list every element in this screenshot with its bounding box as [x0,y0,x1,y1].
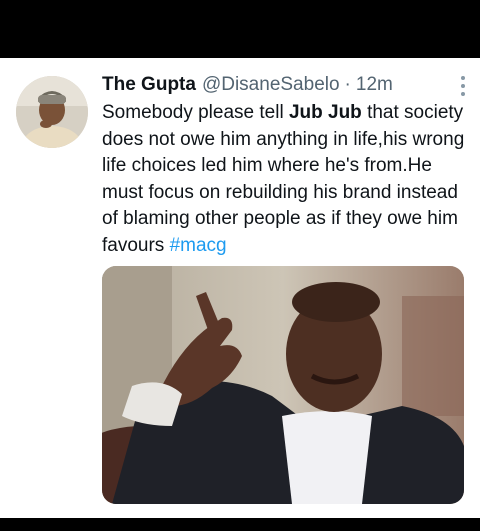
photo-man-gesturing [102,266,464,504]
tweet-media-image[interactable] [102,266,464,504]
bottom-bar-area [0,518,480,531]
tweet-text-bold: Jub Jub [288,102,362,123]
author-handle[interactable]: @DisaneSabelo [202,72,340,98]
tweet-timestamp[interactable]: 12m [356,72,393,98]
tweet-body: The Gupta @DisaneSabelo · 12m Somebody p… [102,72,470,259]
separator-dot: · [344,74,351,95]
hashtag-link[interactable]: #macg [170,235,227,256]
author-name[interactable]: The Gupta [102,72,196,98]
avatar[interactable] [16,76,88,148]
tweet-text: Somebody please tell Jub Jub that societ… [102,100,468,259]
tweet-text-part2: that society does not owe him anything i… [102,102,465,256]
status-bar-area [0,0,480,58]
tweet-text-part1: Somebody please tell [102,102,289,123]
more-vertical-icon[interactable] [460,76,466,96]
avatar-image [16,76,88,148]
tweet-header: The Gupta @DisaneSabelo · 12m [102,72,470,98]
